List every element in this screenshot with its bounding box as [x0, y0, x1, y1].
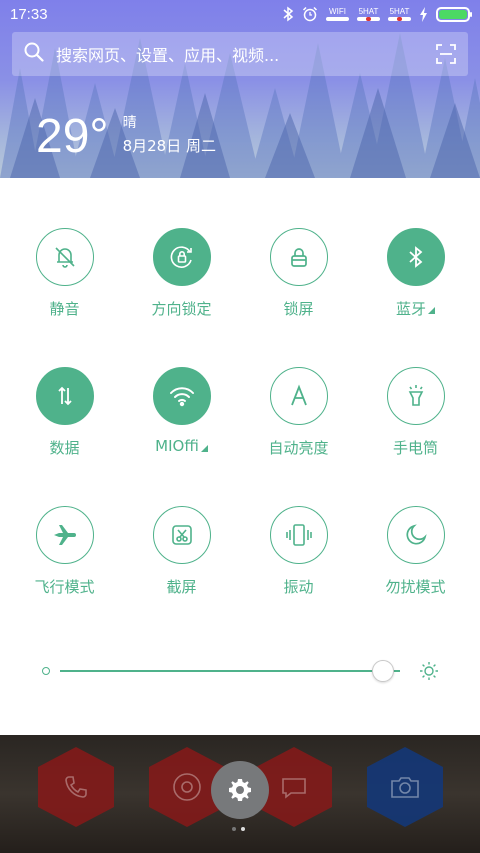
weather-widget[interactable]: 29° 晴 8月28日 周二 [36, 112, 216, 162]
page-dot-active[interactable] [241, 827, 245, 831]
expand-arrow-icon [200, 444, 208, 452]
charging-icon [419, 6, 428, 22]
toggle-auto-brightness[interactable]: 自动亮度 [240, 367, 357, 506]
phone-icon [65, 776, 87, 798]
sim2-indicator: 5HAT [388, 7, 411, 21]
brightness-high-icon [420, 662, 438, 680]
brightness-thumb[interactable] [372, 660, 394, 682]
flashlight-icon [408, 385, 423, 406]
alarm-icon [302, 6, 318, 22]
quick-settings-panel: 静音 方向锁定 锁屏 蓝牙 数据 MIOffi 自动亮度 手电筒 飞行模式 截屏… [0, 178, 480, 735]
bluetooth-icon [282, 6, 294, 22]
toggle-lock-screen-circle[interactable] [269, 228, 328, 286]
wifi-icon [169, 387, 194, 407]
screenshot-icon [171, 525, 192, 545]
toggle-do-not-disturb-circle[interactable] [386, 506, 445, 564]
dock-app-camera[interactable] [367, 747, 443, 827]
toggle-mute[interactable]: 静音 [6, 228, 123, 367]
sim2-label: 5HAT [389, 7, 410, 16]
search-placeholder[interactable]: 搜索网页、设置、应用、视频... [56, 42, 436, 66]
sim1-indicator: 5HAT [357, 7, 380, 21]
rotation-lock-icon [170, 246, 192, 268]
toggle-airplane-mode-circle[interactable] [35, 506, 94, 564]
wifi-label: WIFI [329, 7, 346, 16]
toggle-auto-brightness-circle[interactable] [269, 367, 328, 425]
scan-icon[interactable] [436, 44, 456, 64]
notification-header: 17:33 WIFI 5HAT 5HAT 搜索网页、设置、应用、视频... 29… [0, 0, 480, 178]
toggle-vibrate-label: 振动 [283, 578, 314, 596]
weather-condition: 晴 [122, 115, 137, 131]
messages-icon [282, 778, 306, 799]
toggle-screenshot-label: 截屏 [166, 578, 197, 596]
brightness-slider[interactable] [40, 658, 440, 684]
browser-icon [173, 773, 201, 801]
toggle-bluetooth-label: 蓝牙 [395, 300, 426, 318]
toggle-flashlight-label: 手电筒 [392, 439, 438, 457]
camera-icon [391, 777, 419, 798]
settings-button[interactable] [211, 761, 269, 819]
wifi-indicator: WIFI [326, 7, 349, 21]
toggle-lock-screen-label: 锁屏 [283, 300, 314, 318]
page-indicator [232, 827, 245, 831]
home-dock [0, 735, 480, 853]
toggle-mobile-data[interactable]: 数据 [6, 367, 123, 506]
settings-icon [229, 779, 251, 801]
toggle-bluetooth-circle[interactable] [386, 228, 445, 286]
toggle-rotation-lock-circle[interactable] [152, 228, 211, 286]
status-time: 17:33 [10, 5, 48, 23]
toggle-wifi-label: MIOffi [155, 437, 199, 455]
toggle-lock-screen[interactable]: 锁屏 [240, 228, 357, 367]
lock-icon [290, 248, 307, 267]
toggle-auto-brightness-label: 自动亮度 [268, 439, 329, 457]
expand-arrow-icon [428, 307, 435, 314]
weather-date: 8月28日 周二 [122, 137, 216, 155]
battery-level [439, 9, 467, 19]
search-bar[interactable]: 搜索网页、设置、应用、视频... [12, 32, 468, 76]
temperature: 29° [36, 110, 109, 163]
toggle-mute-label: 静音 [49, 300, 80, 318]
moon-icon [405, 524, 427, 545]
mobile-data-icon [57, 386, 72, 406]
bluetooth-icon [408, 246, 422, 268]
toggle-rotation-lock-label: 方向锁定 [151, 300, 212, 318]
toggle-screenshot-circle[interactable] [152, 506, 211, 564]
toggle-mobile-data-label: 数据 [49, 439, 80, 457]
toggle-airplane-mode-label: 飞行模式 [34, 578, 95, 596]
toggle-wifi-circle[interactable] [152, 367, 211, 425]
page-dot[interactable] [232, 827, 236, 831]
toggle-airplane-mode[interactable]: 飞行模式 [6, 506, 123, 645]
battery-icon [436, 6, 472, 22]
auto-brightness-icon [290, 384, 307, 406]
toggle-screenshot[interactable]: 截屏 [123, 506, 240, 645]
dock-app-phone[interactable] [38, 747, 114, 827]
brightness-low-icon [42, 667, 50, 675]
toggle-mute-circle[interactable] [35, 228, 94, 286]
status-bar: 17:33 WIFI 5HAT 5HAT [0, 0, 480, 28]
toggle-vibrate-circle[interactable] [269, 506, 328, 564]
toggle-bluetooth[interactable]: 蓝牙 [357, 228, 474, 367]
brightness-track[interactable] [60, 670, 400, 672]
toggle-flashlight[interactable]: 手电筒 [357, 367, 474, 506]
toggle-wifi[interactable]: MIOffi [123, 367, 240, 506]
toggle-flashlight-circle[interactable] [386, 367, 445, 425]
toggle-rotation-lock[interactable]: 方向锁定 [123, 228, 240, 367]
vibrate-icon [285, 524, 312, 546]
toggle-do-not-disturb-label: 勿扰模式 [385, 578, 446, 596]
toggle-do-not-disturb[interactable]: 勿扰模式 [357, 506, 474, 645]
toggle-mobile-data-circle[interactable] [35, 367, 94, 425]
mute-bell-icon [54, 247, 75, 268]
airplane-icon [53, 525, 76, 545]
sim1-label: 5HAT [358, 7, 379, 16]
toggle-grid: 静音 方向锁定 锁屏 蓝牙 数据 MIOffi 自动亮度 手电筒 飞行模式 截屏… [0, 228, 480, 645]
search-icon [24, 42, 44, 66]
toggle-vibrate[interactable]: 振动 [240, 506, 357, 645]
